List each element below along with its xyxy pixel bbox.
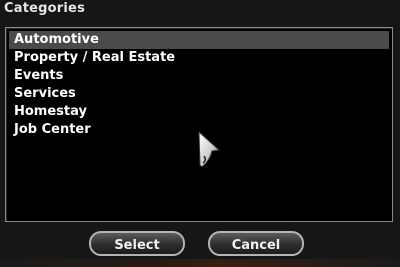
categories-list-items: Automotive Property / Real Estate Events… — [9, 31, 389, 139]
list-item-events[interactable]: Events — [9, 67, 389, 85]
arrow-cursor-icon — [198, 130, 221, 167]
dialog-title: Categories — [4, 1, 86, 16]
categories-dialog: Categories Automotive Property / Real Es… — [0, 0, 400, 267]
categories-list[interactable]: Automotive Property / Real Estate Events… — [5, 27, 393, 222]
list-item-homestay[interactable]: Homestay — [9, 103, 389, 121]
cancel-button[interactable]: Cancel — [208, 231, 304, 256]
list-item-automotive[interactable]: Automotive — [9, 31, 389, 49]
background-strip — [0, 259, 400, 267]
list-item-property-real-estate[interactable]: Property / Real Estate — [9, 49, 389, 67]
list-item-services[interactable]: Services — [9, 85, 389, 103]
select-button[interactable]: Select — [89, 231, 185, 256]
